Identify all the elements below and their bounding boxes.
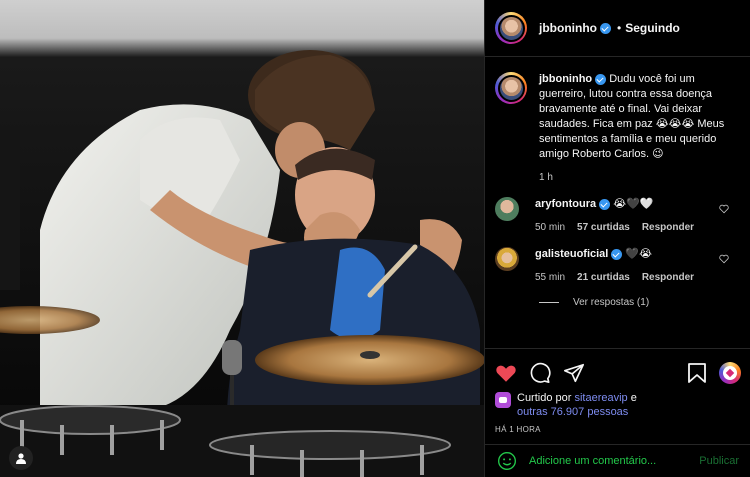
- comment-time: 55 min: [535, 272, 566, 283]
- likes-conj: e: [630, 392, 637, 404]
- post-photo[interactable]: [0, 0, 484, 477]
- post-header: jbboninho • Seguindo: [485, 0, 750, 57]
- comment-item: aryfontoura 😭🖤🤍 50 min 57 curtidas Respo…: [495, 197, 741, 233]
- liker-avatar[interactable]: [495, 392, 511, 408]
- post-side-panel: jbboninho • Seguindo jbboninho Dudu você…: [484, 0, 750, 477]
- author-username[interactable]: jbboninho: [539, 21, 611, 35]
- comment-heart-icon[interactable]: [719, 254, 729, 264]
- reply-button[interactable]: Responder: [642, 272, 694, 283]
- bookmark-icon[interactable]: [687, 362, 707, 384]
- verified-badge-icon: [599, 23, 611, 35]
- commenter-username[interactable]: aryfontoura: [535, 198, 596, 210]
- comment-icon[interactable]: [529, 362, 551, 384]
- verified-badge-icon: [599, 198, 611, 210]
- posted-time[interactable]: HÁ 1 HORA: [495, 425, 741, 434]
- publish-button[interactable]: Publicar: [699, 455, 739, 467]
- smiley-icon[interactable]: [497, 451, 517, 471]
- photo-image: [0, 0, 484, 477]
- comments-section[interactable]: jbboninho Dudu você foi um guerreiro, lu…: [485, 58, 750, 348]
- heart-icon[interactable]: [495, 362, 517, 384]
- comment-likes[interactable]: 57 curtidas: [577, 222, 630, 233]
- tagged-users-button[interactable]: [9, 446, 33, 470]
- caption-text-block: jbboninho Dudu você foi um guerreiro, lu…: [539, 72, 729, 162]
- view-replies-label: Ver respostas (1): [573, 297, 650, 308]
- commenter-avatar[interactable]: [495, 197, 519, 221]
- comment-heart-icon[interactable]: [719, 204, 729, 214]
- post-caption: jbboninho Dudu você foi um guerreiro, lu…: [495, 72, 741, 162]
- post-actions: Curtido por sitaereavip e outras 76.907 …: [485, 348, 750, 444]
- comment-time: 50 min: [535, 222, 566, 233]
- user-icon: [16, 453, 26, 464]
- caption-time: 1 h: [539, 172, 553, 183]
- promote-button[interactable]: [719, 362, 741, 384]
- likes-count[interactable]: outras 76.907 pessoas: [517, 406, 628, 418]
- replies-divider: [539, 302, 559, 303]
- commenter-avatar[interactable]: [495, 247, 519, 271]
- comment-text: 🖤😭: [625, 248, 652, 260]
- comment-item: galisteuoficial 🖤😭 55 min 21 curtidas Re…: [495, 247, 741, 283]
- comment-likes[interactable]: 21 curtidas: [577, 272, 630, 283]
- caption-text: Dudu você foi um guerreiro, lutou contra…: [539, 73, 725, 160]
- view-replies-button[interactable]: Ver respostas (1): [539, 297, 741, 308]
- verified-badge-icon: [595, 73, 607, 85]
- liker-username[interactable]: sitaereavip: [574, 392, 627, 404]
- follow-button[interactable]: Seguindo: [625, 21, 680, 35]
- author-avatar[interactable]: [495, 12, 527, 44]
- share-icon[interactable]: [563, 362, 585, 384]
- likes-prefix: Curtido por: [517, 392, 572, 404]
- commenter-username[interactable]: galisteuoficial: [535, 248, 608, 260]
- comment-input[interactable]: [529, 455, 700, 467]
- comment-text: 😭🖤🤍: [613, 198, 654, 210]
- reply-button[interactable]: Responder: [642, 222, 694, 233]
- header-separator: •: [616, 21, 622, 35]
- verified-badge-icon: [611, 248, 623, 260]
- caption-author-avatar[interactable]: [495, 72, 527, 104]
- caption-author[interactable]: jbboninho: [539, 73, 592, 85]
- likes-summary[interactable]: Curtido por sitaereavip e outras 76.907 …: [495, 391, 741, 419]
- add-comment-form: Publicar: [485, 444, 750, 477]
